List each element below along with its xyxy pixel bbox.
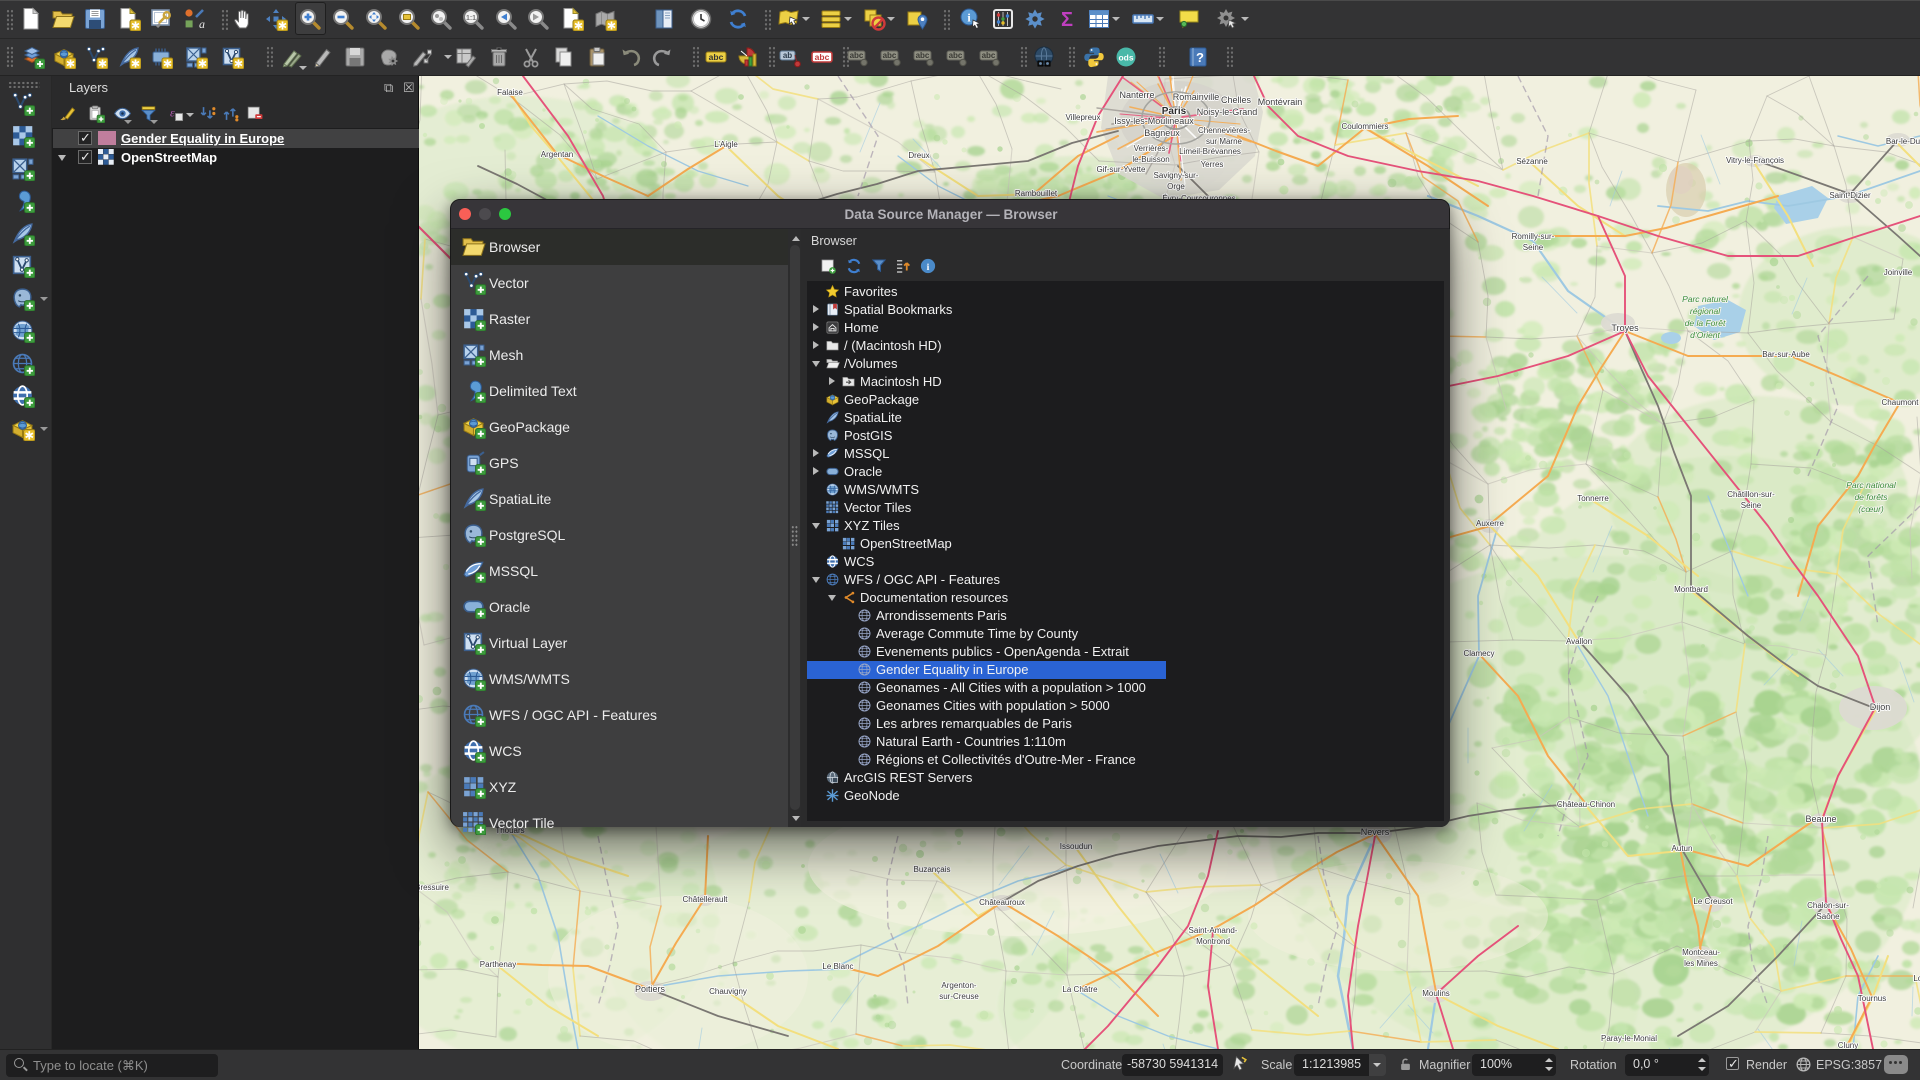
svg-text:Yerres: Yerres	[1201, 160, 1224, 169]
svg-text:Paray-le-Monial: Paray-le-Monial	[1601, 1034, 1657, 1043]
svg-text:Châtellerault: Châtellerault	[683, 895, 729, 904]
svg-text:sur-Creuse: sur-Creuse	[939, 992, 979, 1001]
svg-text:régional: régional	[1690, 306, 1721, 316]
svg-text:Romainville: Romainville	[1173, 92, 1220, 102]
svg-text:de la Forêt: de la Forêt	[1685, 318, 1726, 328]
svg-text:Issy-les-Moulineaux: Issy-les-Moulineaux	[1114, 116, 1194, 126]
svg-text:Coulommiers: Coulommiers	[1341, 122, 1388, 131]
svg-text:Avallon: Avallon	[1566, 637, 1592, 646]
svg-text:Savigny-sur-: Savigny-sur-	[1154, 171, 1199, 180]
svg-text:(cœur): (cœur)	[1858, 504, 1884, 514]
svg-text:Seine: Seine	[1741, 501, 1762, 510]
svg-text:Moulins: Moulins	[1422, 989, 1450, 998]
svg-text:Sézanne: Sézanne	[1516, 157, 1548, 166]
svg-text:La Châtre: La Châtre	[1062, 985, 1098, 994]
svg-text:Chalon-sur-: Chalon-sur-	[1807, 901, 1849, 910]
svg-text:Joinville: Joinville	[1884, 268, 1913, 277]
svg-text:Argenton-: Argenton-	[941, 981, 976, 990]
svg-text:Issoudun: Issoudun	[1060, 842, 1092, 851]
svg-text:Tournus: Tournus	[1858, 994, 1886, 1003]
svg-text:Saint-Dizier: Saint-Dizier	[1829, 191, 1871, 200]
svg-text:Montbard: Montbard	[1674, 585, 1708, 594]
svg-text:sur Marne: sur Marne	[1206, 137, 1243, 146]
svg-text:Cluny: Cluny	[1838, 1041, 1858, 1049]
svg-text:Clamecy: Clamecy	[1463, 649, 1494, 658]
svg-text:Limeil-Brévannes: Limeil-Brévannes	[1179, 147, 1241, 156]
svg-text:Auxerre: Auxerre	[1476, 519, 1505, 528]
svg-text:le-Buisson: le-Buisson	[1132, 155, 1169, 164]
svg-text:Chelles: Chelles	[1221, 95, 1252, 105]
svg-text:Parthenay: Parthenay	[480, 960, 516, 969]
svg-text:Nevers: Nevers	[1361, 827, 1390, 837]
svg-text:Poitiers: Poitiers	[635, 984, 666, 994]
svg-text:Orge: Orge	[1167, 182, 1185, 191]
svg-text:Parc national: Parc national	[1846, 480, 1897, 490]
svg-text:Beaune: Beaune	[1805, 814, 1836, 824]
svg-text:L’Aigle: L’Aigle	[714, 140, 738, 149]
svg-text:Falaise: Falaise	[497, 88, 523, 97]
svg-text:Bar-le-Du: Bar-le-Du	[1886, 137, 1920, 146]
svg-text:Paris: Paris	[1162, 106, 1187, 117]
svg-text:Lou: Lou	[1913, 974, 1920, 983]
svg-text:de forêts: de forêts	[1854, 492, 1888, 502]
svg-text:Gif-sur-Yvette: Gif-sur-Yvette	[1097, 165, 1146, 174]
svg-text:Chaumont: Chaumont	[1882, 398, 1920, 407]
svg-text:Dijon: Dijon	[1870, 702, 1891, 712]
svg-text:Châtillon-sur-: Châtillon-sur-	[1727, 490, 1775, 499]
svg-text:Tonnerre: Tonnerre	[1577, 494, 1609, 503]
svg-text:Noisy-le-Grand: Noisy-le-Grand	[1197, 107, 1258, 117]
svg-text:Bressuire: Bressuire	[418, 883, 449, 892]
svg-text:Le Creusot: Le Creusot	[1693, 897, 1733, 906]
svg-text:Vitry-le-François: Vitry-le-François	[1726, 156, 1784, 165]
svg-text:Saint-Amand-: Saint-Amand-	[1189, 926, 1238, 935]
svg-text:Bagneux: Bagneux	[1144, 128, 1180, 138]
svg-text:Romilly-sur-: Romilly-sur-	[1512, 232, 1555, 241]
svg-text:Dreux: Dreux	[908, 151, 929, 160]
svg-text:Montrond: Montrond	[1196, 937, 1230, 946]
svg-text:Buzançais: Buzançais	[914, 865, 951, 874]
svg-text:Troyes: Troyes	[1611, 323, 1639, 333]
svg-text:d’Orient: d’Orient	[1690, 330, 1720, 340]
svg-text:Chennevières-: Chennevières-	[1198, 126, 1250, 135]
svg-text:Château-Chinon: Château-Chinon	[1557, 800, 1615, 809]
svg-text:Villepreux: Villepreux	[1066, 113, 1101, 122]
svg-text:Montévrain: Montévrain	[1258, 97, 1303, 107]
svg-text:Parc naturel: Parc naturel	[1682, 294, 1729, 304]
svg-text:Autun: Autun	[1672, 844, 1693, 853]
svg-text:Saône: Saône	[1816, 912, 1840, 921]
svg-text:Seine: Seine	[1523, 243, 1544, 252]
svg-text:Chauvigny: Chauvigny	[709, 987, 747, 996]
svg-text:les Mines: les Mines	[1684, 959, 1718, 968]
svg-text:Châteauroux: Châteauroux	[979, 898, 1025, 907]
svg-text:Verrières-: Verrières-	[1134, 144, 1169, 153]
svg-text:Bar-sur-Aube: Bar-sur-Aube	[1762, 350, 1810, 359]
svg-text:Le Blanc: Le Blanc	[822, 962, 853, 971]
svg-text:Rambouillet: Rambouillet	[1015, 189, 1058, 198]
svg-text:Montceau-: Montceau-	[1682, 948, 1720, 957]
svg-text:Nanterre: Nanterre	[1119, 90, 1154, 100]
svg-text:Argentan: Argentan	[541, 150, 573, 159]
